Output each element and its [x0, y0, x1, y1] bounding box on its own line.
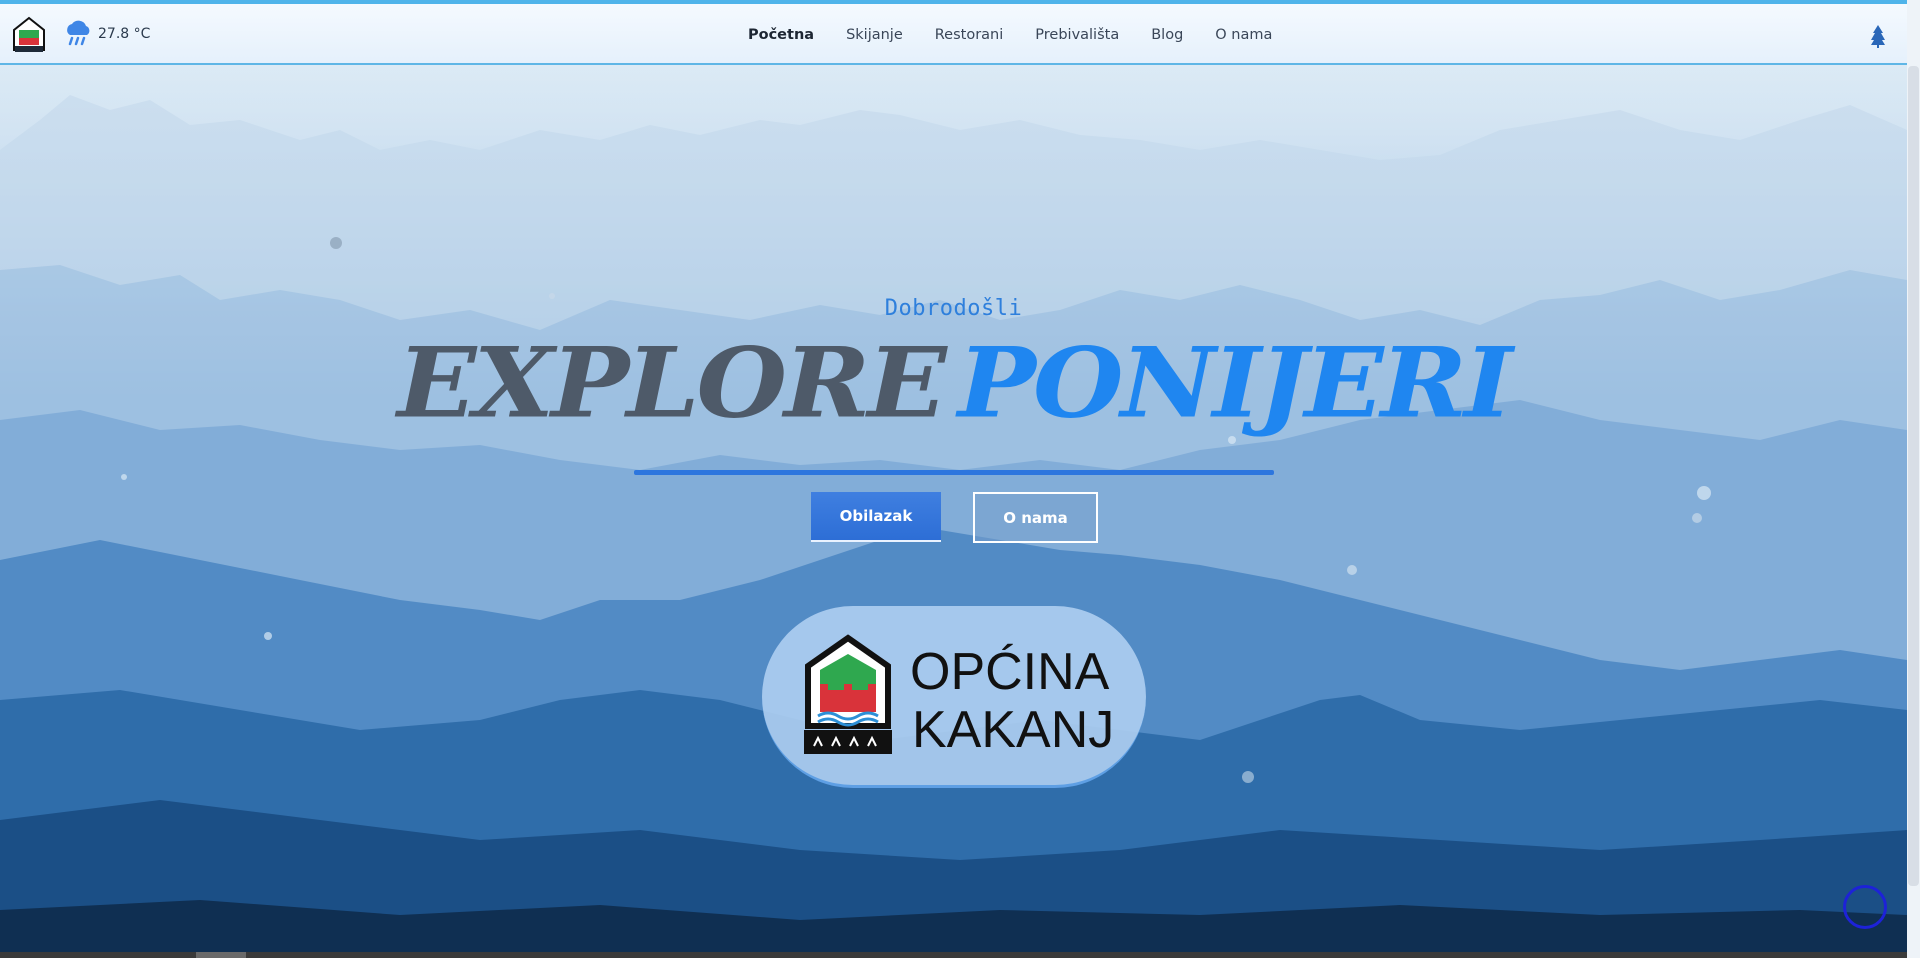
nav-item-restorani[interactable]: Restorani	[935, 27, 1004, 43]
ponijeri-logo[interactable]	[12, 16, 46, 54]
top-accent-strip	[0, 0, 1920, 4]
floating-circle-button[interactable]	[1843, 885, 1887, 929]
cloud-rain-icon	[67, 20, 90, 46]
nav-item-prebivalista[interactable]: Prebivališta	[1035, 27, 1119, 43]
o-nama-button[interactable]: O nama	[973, 492, 1098, 543]
hero-title-ponijeri: PONIJERI	[957, 325, 1513, 440]
vertical-scroll-thumb[interactable]	[1908, 66, 1919, 886]
weather-widget: 27.8 °C	[64, 19, 150, 49]
kakanj-crest	[804, 634, 892, 754]
nav-item-pocetna[interactable]: Početna	[748, 27, 814, 43]
horizontal-scrollbar[interactable]	[0, 952, 1907, 958]
hero-content: Dobrodošli EXPLORE PONIJERI Obilazak O na…	[0, 0, 1907, 952]
horizontal-scroll-thumb[interactable]	[196, 952, 246, 958]
title-underline	[634, 470, 1274, 475]
nav-item-skijanje[interactable]: Skijanje	[846, 27, 903, 43]
opcina-kakanj-badge[interactable]: OPĆINA KAKANJ	[762, 606, 1146, 788]
welcome-text: Dobrodošli	[884, 296, 1023, 321]
top-navbar: 27.8 °C Početna Skijanje Restorani Prebi…	[0, 4, 1907, 65]
hero-title: EXPLORE PONIJERI	[0, 323, 1907, 444]
nav-item-blog[interactable]: Blog	[1151, 27, 1183, 43]
hero-title-explore: EXPLORE	[397, 325, 947, 440]
badge-line-opcina: OPĆINA	[910, 643, 1110, 701]
weather-temperature: 27.8 °C	[98, 26, 151, 42]
main-nav: Početna Skijanje Restorani Prebivališta …	[748, 4, 1272, 65]
obilazak-button[interactable]: Obilazak	[811, 492, 941, 542]
pine-tree-icon[interactable]	[1870, 24, 1886, 48]
nav-item-o-nama[interactable]: O nama	[1215, 27, 1272, 43]
badge-line-kakanj: KAKANJ	[912, 701, 1115, 759]
